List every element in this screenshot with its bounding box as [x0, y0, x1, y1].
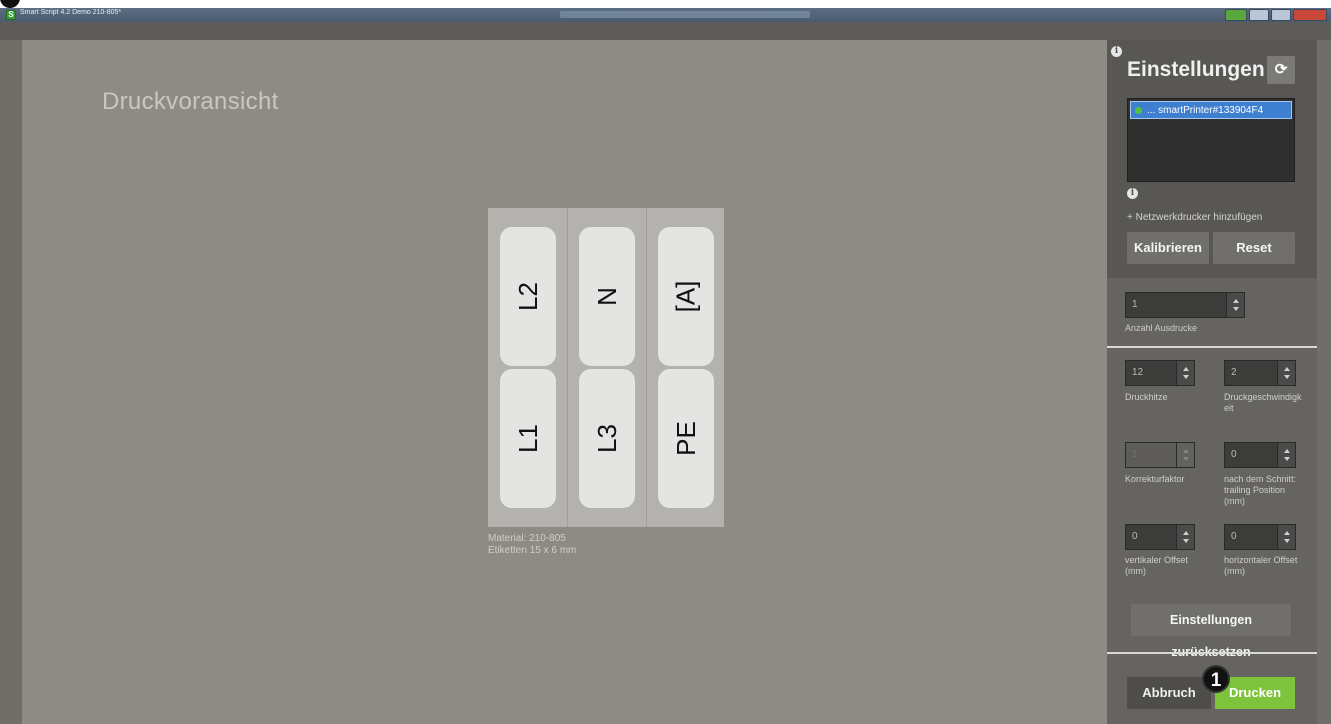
label-text: L2: [512, 282, 543, 311]
reset-settings-button[interactable]: Einstellungen zurücksetzen: [1131, 604, 1291, 659]
trailing-position-label: nach dem Schnitt: trailing Position (mm): [1224, 474, 1297, 506]
settings-panel: i Einstellungen ⟳ ... smartPrinter#13390…: [1107, 40, 1317, 724]
label-text: L3: [591, 424, 622, 453]
add-network-printer-link[interactable]: + Netzwerkdrucker hinzufügen: [1127, 212, 1262, 223]
stepper-arrows[interactable]: [1277, 525, 1295, 549]
calibrate-button[interactable]: Kalibrieren: [1127, 232, 1209, 264]
correction-factor-stepper: 1: [1125, 442, 1195, 468]
print-heat-stepper[interactable]: 12: [1125, 360, 1195, 386]
section-divider: [1107, 346, 1317, 348]
label-text: PE: [670, 421, 701, 456]
window-controls: [1225, 9, 1327, 21]
label-tile: L2: [500, 227, 556, 366]
printer-online-icon: [1135, 107, 1142, 114]
app-icon: S: [6, 10, 16, 20]
stepper-arrows[interactable]: [1277, 443, 1295, 467]
label-tile: L3: [579, 369, 635, 508]
printer-list-item[interactable]: ... smartPrinter#133904F4: [1130, 101, 1292, 119]
label-tile: PE: [658, 369, 714, 508]
section-divider: [1107, 652, 1317, 654]
instruction-strip: [0, 0, 1331, 8]
horizontal-offset-stepper[interactable]: 0: [1224, 524, 1296, 550]
blurred-window-title: [560, 11, 810, 18]
stepper-arrows[interactable]: [1277, 361, 1295, 385]
settings-heading: Einstellungen: [1127, 58, 1265, 81]
label-text: L1: [512, 424, 543, 453]
stepper-arrows[interactable]: [1226, 293, 1244, 317]
stepper-value: 0: [1231, 531, 1237, 542]
info-icon[interactable]: i: [1111, 46, 1122, 57]
stepper-value: 0: [1132, 531, 1138, 542]
label-size: Etiketten 15 x 6 mm: [488, 545, 577, 556]
vertical-offset-label: vertikaler Offset (mm): [1125, 555, 1188, 576]
reset-button[interactable]: Reset: [1213, 232, 1295, 264]
stepper-value: 1: [1132, 299, 1138, 310]
horizontal-offset-label: horizontaler Offset (mm): [1224, 555, 1298, 576]
refresh-button[interactable]: ⟳: [1267, 56, 1295, 84]
step-badge: 1: [1202, 665, 1230, 693]
cancel-button[interactable]: Abbruch: [1127, 677, 1211, 709]
stepper-value: 0: [1231, 449, 1237, 460]
app-status-icon[interactable]: [1225, 9, 1247, 21]
label-text: [A]: [670, 280, 701, 313]
stepper-arrows[interactable]: [1176, 525, 1194, 549]
dialog-title: Druckvoransicht: [102, 88, 279, 115]
maximize-button[interactable]: [1271, 9, 1291, 21]
label-sheet-preview: L2 N [A] L1 L3 PE: [488, 208, 724, 527]
printer-list[interactable]: ... smartPrinter#133904F4: [1127, 98, 1295, 182]
prints-count-stepper[interactable]: 1: [1125, 292, 1245, 318]
stepper-value: 2: [1231, 367, 1237, 378]
stepper-value: 1: [1132, 449, 1138, 460]
step-number-icon: [0, 0, 20, 8]
window-titlebar: S Smart Script 4.2 Demo 210-805*: [0, 8, 1331, 22]
sheet-caption: Material: 210-805 Etiketten 15 x 6 mm: [488, 533, 576, 557]
label-tile: L1: [500, 369, 556, 508]
window-title: Smart Script 4.2 Demo 210-805*: [20, 9, 122, 16]
print-preview-dialog: Druckvoransicht L2 N [A] L1 L3 PE Materi…: [22, 40, 1107, 724]
correction-factor-label: Korrekturfaktor: [1125, 474, 1185, 484]
prints-count-label: Anzahl Ausdrucke: [1125, 323, 1198, 333]
label-tile: N: [579, 227, 635, 366]
stepper-arrows: [1176, 443, 1194, 467]
stepper-arrows[interactable]: [1176, 361, 1194, 385]
column-divider: [567, 208, 568, 527]
print-heat-label: Druckhitze: [1125, 392, 1168, 402]
material-label: Material: 210-805: [488, 533, 566, 544]
trailing-position-stepper[interactable]: 0: [1224, 442, 1296, 468]
minimize-button[interactable]: [1249, 9, 1269, 21]
info-icon[interactable]: i: [1127, 188, 1138, 199]
print-speed-stepper[interactable]: 2: [1224, 360, 1296, 386]
print-speed-label: Druckgeschwindigkeit: [1224, 392, 1302, 413]
column-divider: [646, 208, 647, 527]
printer-name: ... smartPrinter#133904F4: [1147, 105, 1264, 116]
close-window-button[interactable]: [1293, 9, 1327, 21]
label-text: N: [591, 287, 622, 306]
label-tile: [A]: [658, 227, 714, 366]
background-toolbar: [0, 22, 1331, 40]
stepper-value: 12: [1132, 367, 1144, 378]
vertical-offset-stepper[interactable]: 0: [1125, 524, 1195, 550]
